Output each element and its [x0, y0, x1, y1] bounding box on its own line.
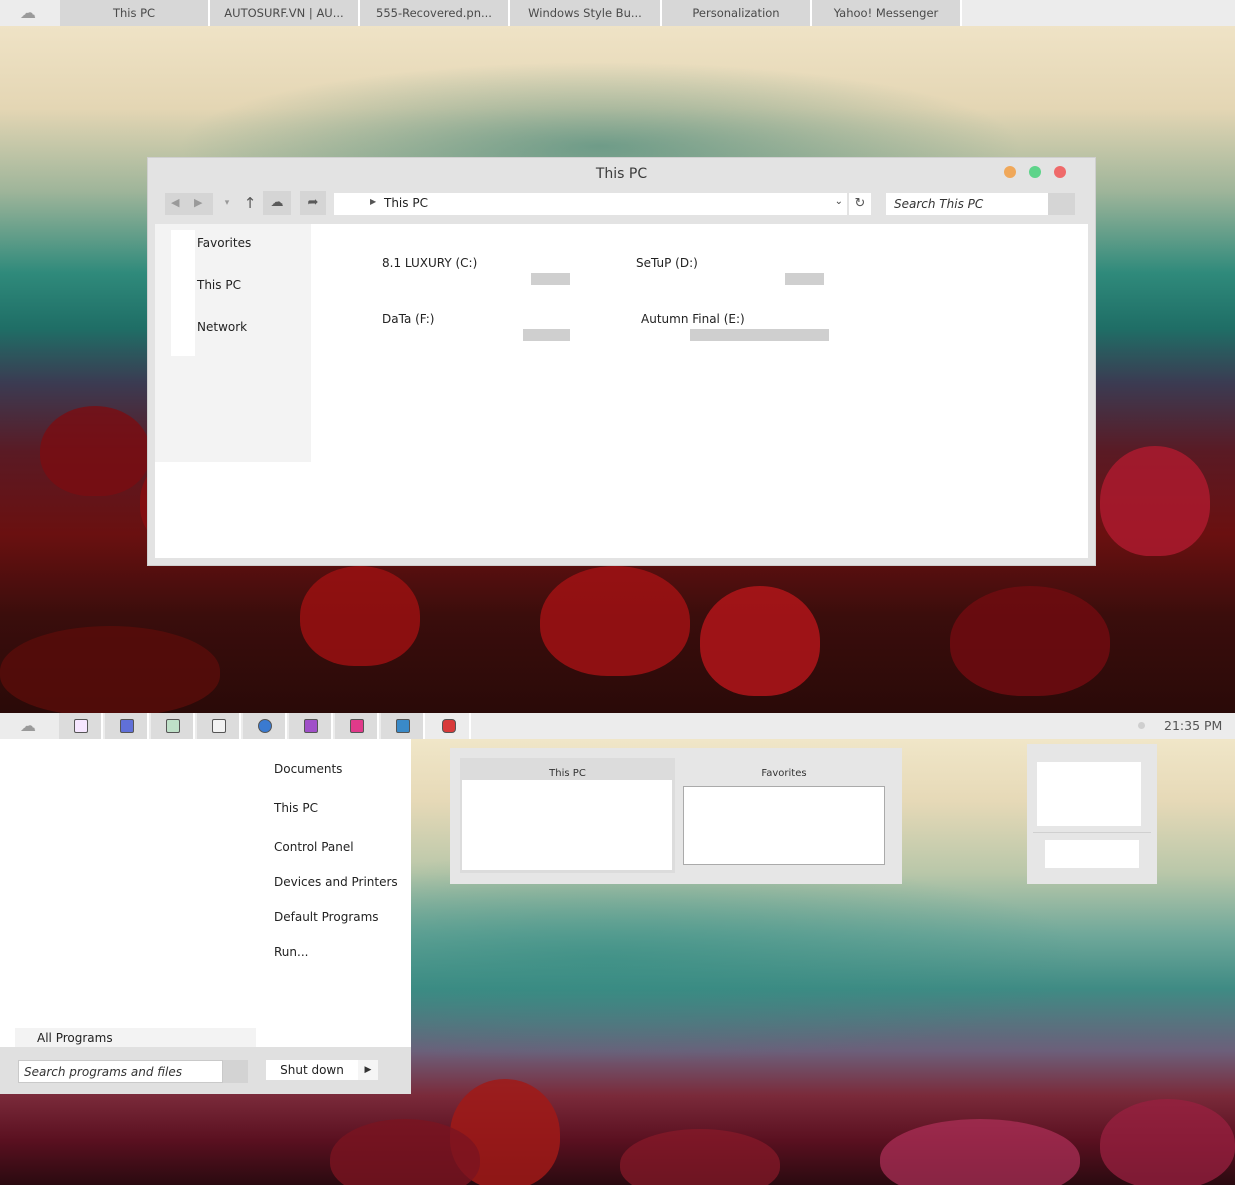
- share-icon[interactable]: ➦: [300, 191, 326, 215]
- drive-usage-bar: [523, 329, 570, 341]
- search-programs-input[interactable]: Search programs and files: [18, 1060, 223, 1083]
- start-button-cloud-icon[interactable]: ☁: [8, 718, 48, 734]
- taskbar-tab[interactable]: 555-Recovered.pn...: [360, 0, 510, 26]
- start-menu-right-pane: [259, 739, 411, 1047]
- taskbar-tab[interactable]: This PC: [60, 0, 210, 26]
- start-item-default-programs[interactable]: Default Programs: [274, 910, 379, 924]
- chevron-down-icon[interactable]: ⌄: [835, 196, 843, 207]
- taskbar-app[interactable]: [197, 713, 241, 739]
- taskbar-thumbnail-preview: This PC Favorites: [450, 748, 902, 884]
- start-item-devices-printers[interactable]: Devices and Printers: [274, 875, 398, 889]
- disc-app-icon: [258, 719, 272, 733]
- explorer-window: This PC ◀ ▶ ▾ ↑ ☁ ➦ ▶ This PC ⌄ ↻ Search…: [147, 157, 1096, 566]
- taskbar-app[interactable]: [105, 713, 149, 739]
- start-item-this-pc[interactable]: This PC: [274, 801, 318, 815]
- thumbnail-favorites[interactable]: [683, 786, 885, 865]
- up-arrow-icon[interactable]: ↑: [240, 191, 260, 215]
- all-programs-button[interactable]: All Programs: [15, 1028, 256, 1048]
- drive-item[interactable]: 8.1 LUXURY (C:): [382, 256, 477, 270]
- compass-app-icon: [120, 719, 134, 733]
- window-title: This PC: [595, 166, 648, 182]
- search-button[interactable]: [1048, 193, 1075, 215]
- refresh-icon[interactable]: ↻: [849, 193, 871, 215]
- drive-item[interactable]: SeTuP (D:): [636, 256, 698, 270]
- drive-usage-bar: [690, 329, 829, 341]
- taskbar-tab[interactable]: Windows Style Bu...: [510, 0, 662, 26]
- thumbnail-title: This PC: [549, 768, 586, 779]
- navigation-pane: Favorites This PC Network: [155, 224, 315, 462]
- heart-app-icon: [350, 719, 364, 733]
- puzzle-app-icon: [396, 719, 410, 733]
- file-pane: 8.1 LUXURY (C:) SeTuP (D:) DaTa (F:) Aut…: [311, 224, 1088, 558]
- panda-app-icon: [212, 719, 226, 733]
- taskbar-app[interactable]: [289, 713, 333, 739]
- nav-item-this-pc[interactable]: This PC: [197, 278, 241, 292]
- taskbar-app[interactable]: [243, 713, 287, 739]
- address-bar[interactable]: ▶ This PC ⌄: [334, 193, 847, 215]
- video-app-icon: [442, 719, 456, 733]
- breadcrumb[interactable]: This PC: [384, 196, 428, 210]
- taskbar-app[interactable]: [335, 713, 379, 739]
- notification-popup: [1027, 744, 1157, 884]
- notification-dot-icon[interactable]: [1138, 722, 1145, 729]
- taskbar-app[interactable]: [59, 713, 103, 739]
- taskbar-app[interactable]: [381, 713, 425, 739]
- nav-buttons: ◀ ▶: [165, 193, 213, 215]
- search-input[interactable]: Search This PC: [886, 193, 1048, 215]
- taskbar-tab[interactable]: AUTOSURF.VN | AU...: [210, 0, 360, 26]
- cloud-icon[interactable]: ☁: [8, 5, 48, 21]
- minimize-button[interactable]: [1004, 166, 1016, 178]
- taskbar-app[interactable]: [151, 713, 195, 739]
- breadcrumb-arrow-icon[interactable]: ▶: [370, 197, 376, 206]
- cloud-icon[interactable]: ☁: [263, 191, 291, 215]
- nav-item-network[interactable]: Network: [197, 320, 247, 334]
- drive-item[interactable]: DaTa (F:): [382, 312, 434, 326]
- explorer-content: Favorites This PC Network 8.1 LUXURY (C:…: [155, 224, 1088, 558]
- drive-usage-bar: [785, 273, 824, 285]
- shutdown-options-arrow-icon[interactable]: ▶: [358, 1060, 378, 1080]
- top-taskbar: ☁ This PC AUTOSURF.VN | AU... 555-Recove…: [0, 0, 1235, 26]
- thumbnail-title: Favorites: [761, 768, 807, 779]
- taskbar-tab[interactable]: Yahoo! Messenger: [812, 0, 962, 26]
- nav-item-favorites[interactable]: Favorites: [197, 236, 251, 250]
- drive-item[interactable]: Autumn Final (E:): [641, 312, 745, 326]
- back-icon[interactable]: ◀: [171, 196, 179, 209]
- taskbar-app[interactable]: [427, 713, 471, 739]
- start-item-run[interactable]: Run...: [274, 945, 308, 959]
- shutdown-button[interactable]: Shut down: [266, 1060, 358, 1080]
- forward-icon[interactable]: ▶: [194, 196, 202, 209]
- bottom-taskbar: ☁ 21:35 PM: [0, 713, 1235, 739]
- start-menu-footer: Search programs and files Shut down ▶: [0, 1047, 411, 1094]
- clock[interactable]: 21:35 PM: [1164, 718, 1222, 733]
- start-item-documents[interactable]: Documents: [274, 762, 342, 776]
- drive-usage-bar: [531, 273, 570, 285]
- start-item-control-panel[interactable]: Control Panel: [274, 840, 354, 854]
- photo-app-icon: [304, 719, 318, 733]
- camera-app-icon: [166, 719, 180, 733]
- window-app-icon: [74, 719, 88, 733]
- start-menu: Documents This PC Control Panel Devices …: [0, 739, 411, 1094]
- close-button[interactable]: [1054, 166, 1066, 178]
- recent-dropdown-icon[interactable]: ▾: [220, 191, 234, 215]
- thumbnail-this-pc[interactable]: This PC: [460, 758, 675, 873]
- search-icon[interactable]: [223, 1060, 248, 1083]
- taskbar-tab[interactable]: Personalization: [662, 0, 812, 26]
- maximize-button[interactable]: [1029, 166, 1041, 178]
